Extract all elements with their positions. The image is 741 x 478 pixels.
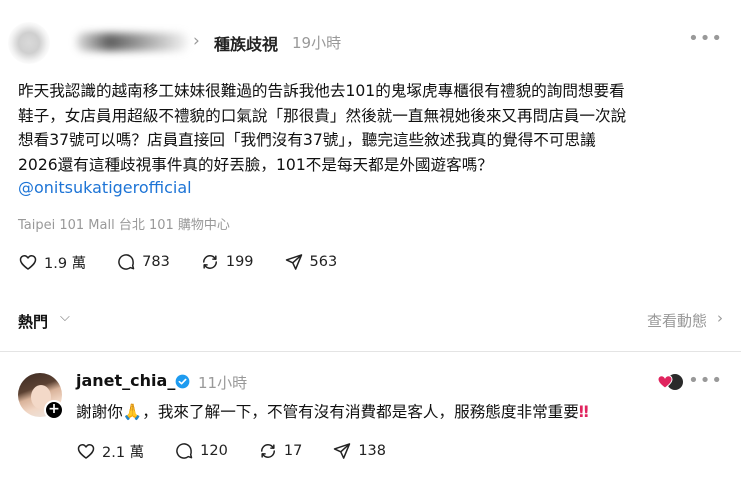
comment-icon	[176, 443, 193, 459]
like-count: 2.1 萬	[102, 444, 145, 461]
repost-count: 199	[225, 254, 254, 270]
comment-button[interactable]: 120	[174, 441, 228, 461]
location-tag[interactable]: Taipei 101 Mall 台北 101 購物中心	[18, 214, 230, 233]
mention-link[interactable]: @onitsukatigerofficial	[18, 178, 192, 197]
repost-icon	[260, 444, 275, 458]
replies-sort-bar: 熱門 ⌵ 查看動態 ›	[0, 300, 741, 342]
author-liked-icon	[657, 374, 683, 390]
divider	[0, 351, 741, 352]
comment-count: 120	[200, 443, 228, 459]
repost-count: 17	[283, 443, 303, 459]
more-horizontal-icon[interactable]: •••	[688, 370, 723, 391]
reply-time: 11小時	[198, 374, 248, 392]
chevron-right-icon[interactable]: ›	[717, 309, 723, 327]
reply-username[interactable]: janet_chia_	[76, 371, 175, 390]
sort-dropdown[interactable]: 熱門	[18, 311, 48, 332]
share-button[interactable]: 138	[332, 441, 386, 461]
send-icon	[285, 254, 302, 270]
post-body-line: 2026還有這種歧視事件真的好丟臉，101不是每天都是外國遊客嗎？	[18, 155, 493, 174]
like-count: 1.9 萬	[44, 255, 87, 272]
post-time: 19小時	[292, 34, 342, 52]
post-body-line: 鞋子，女店員用超級不禮貌的口氣說「那很貴」然後就一直無視她後來又再問店員一次說	[18, 106, 627, 125]
comment-icon	[118, 254, 135, 270]
share-button[interactable]: 563	[284, 252, 338, 272]
repost-button[interactable]: 17	[258, 441, 302, 461]
heart-icon	[19, 255, 37, 270]
pray-emoji-icon: 🙏	[122, 403, 143, 421]
like-button[interactable]: 2.1 萬	[76, 441, 144, 462]
post-actions: 1.9 萬 783 199 563	[18, 251, 367, 273]
repost-icon	[202, 255, 217, 269]
heart-icon	[77, 444, 95, 459]
share-count: 563	[309, 254, 338, 270]
topic-tag[interactable]: 種族歧視	[214, 31, 278, 55]
post-body-line: 昨天我認識的越南移工妹妹很難過的告訴我他去101的鬼塚虎專櫃很有禮貌的詢問想要看	[18, 82, 625, 100]
post-header: › 種族歧視 19小時 •••	[0, 22, 741, 64]
post-body-line: 想看37號可以嗎？店員直接回「我們沒有37號」，聽完這些敘述我真的覺得不可思議	[18, 131, 596, 149]
double-exclamation-icon: ‼	[578, 403, 589, 421]
view-activity-link[interactable]: 查看動態	[647, 310, 707, 331]
reply-text: 謝謝你🙏，我來了解一下，不管有沒有消費都是客人，服務態度非常重要‼	[76, 400, 589, 422]
more-horizontal-icon[interactable]: •••	[688, 28, 723, 49]
chevron-down-icon[interactable]: ⌵	[60, 310, 70, 325]
reply-actions: 2.1 萬 120 17 138	[76, 440, 416, 462]
author-avatar-redacted[interactable]	[8, 22, 50, 64]
share-count: 138	[358, 443, 386, 459]
send-icon	[334, 443, 351, 459]
comment-count: 783	[142, 254, 170, 270]
repost-button[interactable]: 199	[200, 252, 254, 272]
author-name-redacted[interactable]	[76, 33, 188, 51]
reply-text-part: 謝謝你	[76, 403, 123, 421]
like-button[interactable]: 1.9 萬	[18, 252, 86, 273]
chevron-right-icon: ›	[193, 31, 200, 51]
follow-plus-icon[interactable]: +	[44, 400, 64, 420]
comment-button[interactable]: 783	[116, 252, 170, 272]
reply-text-part: ，我來了解一下，不管有沒有消費都是客人，服務態度非常重要	[142, 403, 579, 421]
verified-badge-icon	[175, 374, 190, 389]
post-body: 昨天我認識的越南移工妹妹很難過的告訴我他去101的鬼塚虎專櫃很有禮貌的詢問想要看…	[18, 79, 730, 177]
